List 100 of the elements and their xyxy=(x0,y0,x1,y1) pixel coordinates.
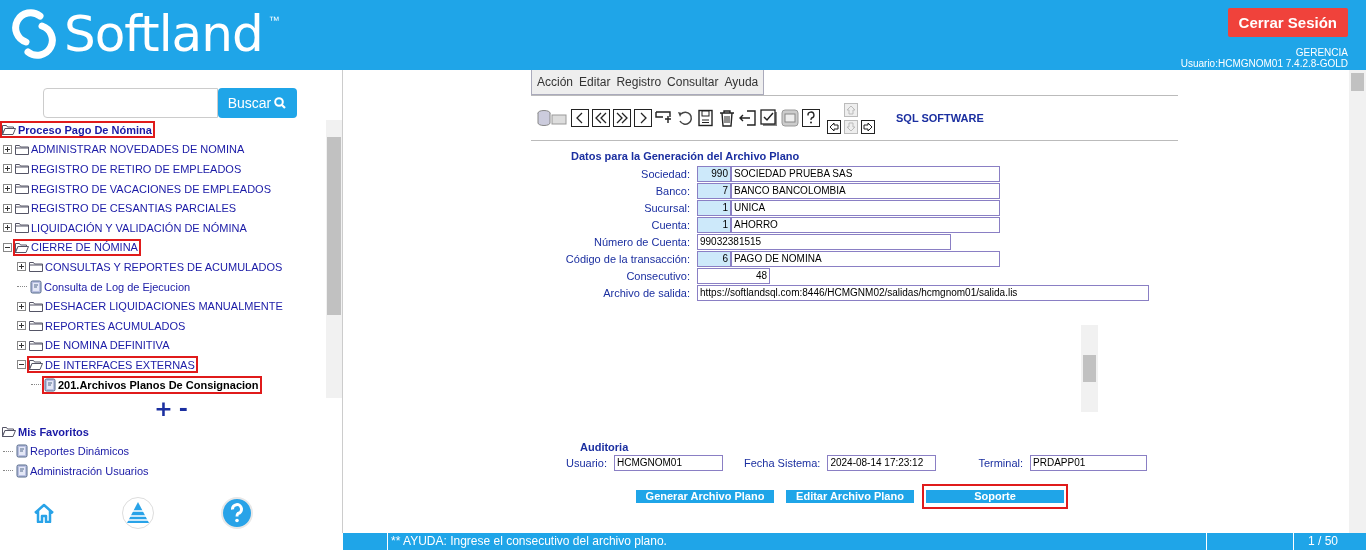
number-field[interactable]: 48 xyxy=(697,268,770,284)
collapse-all-button[interactable]: - xyxy=(178,400,188,418)
expand-icon[interactable] xyxy=(17,301,26,311)
scrollbar[interactable] xyxy=(1081,325,1098,412)
folder-icon xyxy=(15,162,29,176)
scrollbar[interactable] xyxy=(326,120,342,398)
document-icon xyxy=(16,464,28,478)
text-field[interactable]: HCMGNOM01 xyxy=(613,455,723,471)
tree-item[interactable]: REGISTRO DE CESANTIAS PARCIALES xyxy=(30,202,238,215)
tree-item[interactable]: Proceso Pago De Nómina xyxy=(17,123,153,136)
field-label: Sociedad: xyxy=(640,167,690,182)
tree-item[interactable]: REGISTRO DE RETIRO DE EMPLEADOS xyxy=(30,163,243,175)
code-field[interactable]: 6 xyxy=(697,251,731,267)
menu-item[interactable]: Editar xyxy=(576,75,614,89)
description-field[interactable]: PAGO DE NOMINA xyxy=(731,251,1000,267)
previous-icon[interactable] xyxy=(571,109,589,127)
exit-icon[interactable] xyxy=(739,109,757,127)
logo-icon xyxy=(10,8,58,60)
checklist-icon[interactable] xyxy=(760,109,778,127)
menu-item[interactable]: Consultar xyxy=(664,75,722,89)
menu-item[interactable]: Registro xyxy=(613,75,665,89)
expand-icon[interactable] xyxy=(17,321,26,331)
next-icon[interactable] xyxy=(634,109,652,127)
folder-icon xyxy=(15,201,29,215)
tree-item[interactable]: Consulta de Log de Ejecucion xyxy=(43,280,192,293)
field-label: Sucursal: xyxy=(643,201,690,216)
description-field[interactable]: SOCIEDAD PRUEBA SAS xyxy=(731,166,1000,182)
folder-icon xyxy=(29,260,43,274)
section-title: Auditoria xyxy=(580,441,630,453)
tree-item[interactable]: CONSULTAS Y REPORTES DE ACUMULADOS xyxy=(44,260,284,273)
expand-icon[interactable] xyxy=(3,203,12,213)
role-label: GERENCIA xyxy=(1295,47,1348,58)
code-field[interactable]: 7 xyxy=(697,183,731,199)
expand-icon[interactable] xyxy=(17,340,26,350)
field-label: Número de Cuenta: xyxy=(593,235,690,250)
menu-item[interactable]: Acción xyxy=(534,75,577,89)
tree-item[interactable]: ADMINISTRAR NOVEDADES DE NOMINA xyxy=(30,143,246,156)
search-icon xyxy=(274,97,287,109)
expand-icon[interactable] xyxy=(3,223,12,233)
tree-item[interactable]: LIQUIDACIÓN Y VALIDACIÓN DE NÓMINA xyxy=(30,221,248,234)
help-message: ** AYUDA: Ingrese el consecutivo del archivo plano. xyxy=(388,533,1207,550)
folder-icon xyxy=(29,299,43,313)
right-arrow-icon[interactable] xyxy=(861,119,875,134)
expand-icon[interactable] xyxy=(17,262,26,272)
trademark: ™ xyxy=(268,14,280,26)
scrollbar[interactable] xyxy=(1349,70,1366,533)
tree-item[interactable]: CIERRE DE NÓMINA xyxy=(30,241,139,254)
menu-item[interactable]: Ayuda xyxy=(721,75,762,89)
first-icon[interactable] xyxy=(592,109,610,127)
collapse-icon[interactable] xyxy=(17,360,26,370)
description-field[interactable]: UNICA xyxy=(731,200,1000,216)
trash-icon[interactable] xyxy=(718,109,736,127)
save-icon[interactable] xyxy=(697,109,715,127)
expand-all-button[interactable]: + xyxy=(154,400,173,418)
tree-item[interactable]: Administración Usuarios xyxy=(29,465,150,477)
tree-item[interactable]: REPORTES ACUMULADOS xyxy=(44,319,187,332)
text-field[interactable]: https://softlandsql.com:8446/HCMGNM02/salidas/hcmgnom01/salida.lis xyxy=(697,285,1149,301)
home-icon[interactable] xyxy=(33,503,55,523)
code-field[interactable]: 1 xyxy=(697,200,731,216)
user-info: Usuario:HCMGNOM01 7.4.2.8-GOLD xyxy=(1180,58,1348,69)
tree-item[interactable]: 201.Archivos Planos De Consignacion xyxy=(57,378,260,391)
section-title: Datos para la Generación del Archivo Plano xyxy=(571,150,801,162)
toolbar-title: SQL SOFTWARE xyxy=(896,112,984,124)
description-field[interactable]: BANCO BANCOLOMBIA xyxy=(731,183,1000,199)
field-label: Archivo de salida: xyxy=(602,286,690,301)
code-field[interactable]: 1 xyxy=(697,217,731,233)
logout-button[interactable]: Cerrar Sesión xyxy=(1227,8,1348,37)
open-folder-icon xyxy=(15,240,29,254)
tree-item[interactable]: Reportes Dinámicos xyxy=(29,445,131,458)
page-counter: 1 / 50 xyxy=(1307,533,1339,550)
field-label: Código de la transacción: xyxy=(564,252,690,267)
text-field[interactable]: PRDAPP01 xyxy=(1030,455,1147,471)
text-field[interactable]: 2024-08-14 17:23:12 xyxy=(827,455,937,471)
last-icon[interactable] xyxy=(613,109,631,127)
expand-icon[interactable] xyxy=(3,144,12,154)
search-field[interactable] xyxy=(43,88,218,118)
tree-item[interactable]: DE INTERFACES EXTERNAS xyxy=(44,358,196,371)
tree-item[interactable]: Mis Favoritos xyxy=(17,425,90,438)
code-field[interactable]: 990 xyxy=(697,166,731,182)
document-icon xyxy=(30,279,42,294)
expand-icon[interactable] xyxy=(3,164,12,174)
description-field[interactable]: AHORRO xyxy=(731,217,1000,233)
tree-item[interactable]: REGISTRO DE VACACIONES DE EMPLEADOS xyxy=(30,182,272,195)
folder-icon xyxy=(29,338,43,352)
tree-item[interactable]: DE NOMINA DEFINITIVA xyxy=(44,339,171,352)
help-icon[interactable] xyxy=(221,497,253,529)
open-folder-icon xyxy=(29,358,43,372)
folder-icon xyxy=(15,142,29,156)
collapse-icon[interactable] xyxy=(3,242,12,252)
help-box-icon[interactable] xyxy=(802,109,820,127)
undo-icon[interactable] xyxy=(676,109,694,127)
field-label: Cuenta: xyxy=(650,218,690,233)
expand-icon[interactable] xyxy=(3,184,12,194)
left-arrow-icon[interactable] xyxy=(827,119,841,134)
text-field[interactable]: 99032381515 xyxy=(697,234,951,250)
folder-icon xyxy=(15,182,29,196)
folder-icon xyxy=(15,221,29,235)
pyramid-icon[interactable] xyxy=(122,497,154,529)
field-label: Consecutivo: xyxy=(625,269,690,284)
tree-item[interactable]: DESHACER LIQUIDACIONES MANUALMENTE xyxy=(44,300,284,313)
